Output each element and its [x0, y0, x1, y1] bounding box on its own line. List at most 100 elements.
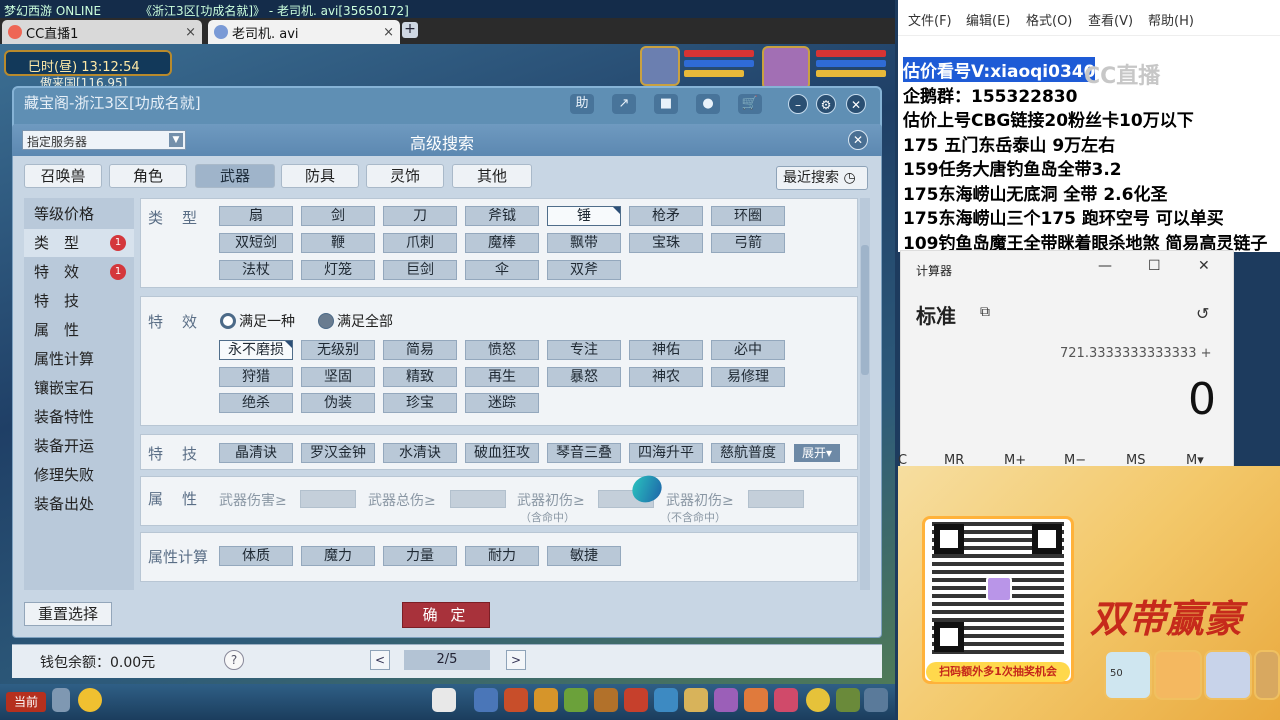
tab-video[interactable]: 老司机. avi × [208, 20, 400, 44]
effect-option[interactable]: 暴怒 [547, 366, 621, 387]
team-icon[interactable] [534, 688, 558, 712]
nav-item[interactable]: 属 性 [24, 316, 134, 344]
tab-armor[interactable]: 防具 [281, 164, 359, 188]
type-option[interactable]: 刀 [383, 206, 457, 226]
effect-option[interactable]: 专注 [547, 340, 621, 360]
calc-maximize-button[interactable]: ☐ [1148, 258, 1161, 274]
radio-icon[interactable] [220, 313, 236, 329]
calc-attr-option[interactable]: 力量 [383, 546, 457, 566]
effect-option[interactable]: 神佑 [629, 340, 703, 360]
type-option[interactable]: 法杖 [219, 260, 293, 280]
effect-option[interactable]: 永不磨损 [219, 340, 293, 360]
dialog-close-button[interactable]: ✕ [848, 130, 868, 150]
type-option[interactable]: 魔棒 [465, 233, 539, 253]
friend-icon[interactable] [654, 688, 678, 712]
calc-mode[interactable]: 标准 [916, 300, 956, 329]
nav-item[interactable]: 镶嵌宝石 [24, 374, 134, 402]
task-icon[interactable] [594, 688, 618, 712]
nav-item[interactable]: 特 效 1 [24, 258, 134, 286]
nav-item[interactable]: 特 技 [24, 287, 134, 315]
nav-item[interactable]: 修理失败 [24, 461, 134, 489]
type-option[interactable]: 灯笼 [301, 260, 375, 280]
effect-option[interactable]: 必中 [711, 340, 785, 360]
calc-attr-option[interactable]: 魔力 [301, 546, 375, 566]
calc-attr-option[interactable]: 耐力 [465, 546, 539, 566]
server-select[interactable]: 指定服务器 ▼ [22, 130, 186, 150]
nav-item[interactable]: 装备开运 [24, 432, 134, 460]
effect-option[interactable]: 狩猎 [219, 366, 293, 387]
skill-option[interactable]: 罗汉金钟 [301, 443, 375, 463]
settings-button[interactable]: ⚙ [816, 94, 836, 114]
effect-option[interactable]: 无级别 [301, 340, 375, 360]
type-option[interactable]: 剑 [301, 206, 375, 226]
menu-format[interactable]: 格式(O) [1026, 10, 1072, 29]
tab-cc-live[interactable]: CC直播1 × [2, 20, 202, 44]
help-button[interactable]: 助 [570, 94, 594, 114]
pet-icon[interactable] [836, 688, 860, 712]
effect-option[interactable]: 坚固 [301, 366, 375, 387]
effect-option[interactable]: 迷踪 [465, 393, 539, 413]
item-icon[interactable] [504, 688, 528, 712]
add-tab-button[interactable]: + [402, 22, 418, 38]
activity-icon[interactable] [714, 688, 738, 712]
calc-close-button[interactable]: ✕ [1198, 258, 1210, 274]
type-option[interactable]: 扇 [219, 206, 293, 226]
pet-shortcut-icon[interactable] [432, 688, 456, 712]
chat-button[interactable]: ● [696, 94, 720, 114]
tab-accessory[interactable]: 灵饰 [366, 164, 444, 188]
menu-view[interactable]: 查看(V) [1088, 10, 1133, 29]
effect-option[interactable]: 再生 [465, 366, 539, 387]
stop-button[interactable]: ■ [654, 94, 678, 114]
type-option[interactable]: 斧钺 [465, 206, 539, 226]
calc-attr-option[interactable]: 敏捷 [547, 546, 621, 566]
type-option[interactable]: 飘带 [547, 233, 621, 253]
keep-on-top-icon[interactable]: ⧉ [980, 304, 990, 320]
prev-page-button[interactable]: < [370, 650, 390, 670]
close-icon[interactable]: × [185, 25, 196, 40]
skill-option[interactable]: 琴音三叠 [547, 443, 621, 463]
minimize-button[interactable]: – [788, 94, 808, 114]
next-page-button[interactable]: > [506, 650, 526, 670]
tab-role[interactable]: 角色 [109, 164, 187, 188]
tab-other[interactable]: 其他 [452, 164, 532, 188]
system-icon[interactable] [684, 688, 708, 712]
skill-option[interactable]: 破血狂攻 [465, 443, 539, 463]
emote-icon[interactable] [78, 688, 102, 712]
mic-icon[interactable] [52, 688, 70, 712]
scroll-thumb[interactable] [861, 245, 869, 375]
attr-weapon-total-input[interactable] [450, 490, 506, 508]
effect-option[interactable]: 绝杀 [219, 393, 293, 413]
history-icon[interactable]: ↺ [1196, 304, 1209, 323]
gang-icon[interactable] [624, 688, 648, 712]
expand-button[interactable]: 展开▾ [794, 444, 840, 462]
effect-option[interactable]: 伪装 [301, 393, 375, 413]
attr-initial-nohit-input[interactable] [748, 490, 804, 508]
bag-icon[interactable] [474, 688, 498, 712]
type-option[interactable]: 锤 [547, 206, 621, 226]
gift-icon[interactable] [774, 688, 798, 712]
type-option[interactable]: 宝珠 [629, 233, 703, 253]
recent-search-button[interactable]: 最近搜索 ◷ [776, 166, 868, 190]
skill-icon[interactable] [564, 688, 588, 712]
computer-icon[interactable] [864, 688, 888, 712]
skill-option[interactable]: 晶清诀 [219, 443, 293, 463]
share-button[interactable]: ↗ [612, 94, 636, 114]
type-option[interactable]: 环圈 [711, 206, 785, 226]
menu-file[interactable]: 文件(F) [908, 10, 952, 29]
nav-item[interactable]: 装备出处 [24, 490, 134, 518]
type-option[interactable]: 巨剑 [383, 260, 457, 280]
cart-button[interactable]: 🛒 [738, 94, 762, 114]
calc-minimize-button[interactable]: — [1098, 258, 1112, 274]
effect-option[interactable]: 神农 [629, 366, 703, 387]
nav-item[interactable]: 属性计算 [24, 345, 134, 373]
chevron-down-icon[interactable]: ▼ [169, 133, 183, 147]
menu-help[interactable]: 帮助(H) [1148, 10, 1194, 29]
nav-item[interactable]: 等级价格 [24, 200, 134, 228]
type-option[interactable]: 双斧 [547, 260, 621, 280]
channel-current-button[interactable]: 当前 [6, 692, 46, 712]
menu-edit[interactable]: 编辑(E) [966, 10, 1010, 29]
effect-option[interactable]: 易修理 [711, 366, 785, 387]
skill-option[interactable]: 慈航普度 [711, 443, 785, 463]
effect-mode-any[interactable]: 满足一种 [220, 311, 295, 331]
effect-option[interactable]: 愤怒 [465, 340, 539, 360]
